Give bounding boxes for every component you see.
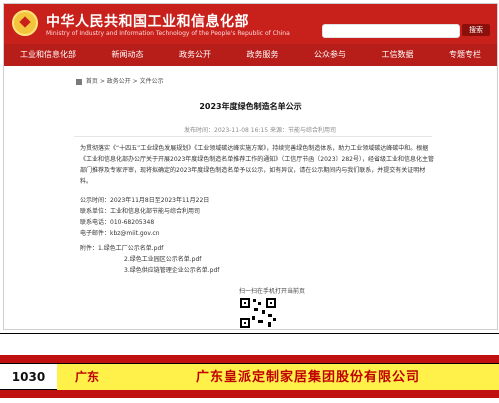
attachment-link[interactable]: 附件：1.绿色工厂公示名单.pdf — [80, 243, 219, 254]
qr-code-icon — [238, 296, 278, 329]
row-number: 1030 — [0, 364, 58, 391]
attachments: 附件：1.绿色工厂公示名单.pdf 2.绿色工业园区公示名单.pdf 3.绿色供… — [80, 243, 219, 276]
nav-item-public[interactable]: 政务公开 — [179, 44, 211, 66]
search-button[interactable]: 搜索 — [462, 24, 490, 36]
breadcrumb-text[interactable]: 首页 > 政务公开 > 文件公示 — [86, 78, 164, 85]
attachment-link[interactable]: 2.绿色工业园区公示名单.pdf — [124, 254, 219, 265]
nav-item-service[interactable]: 政务服务 — [247, 44, 279, 66]
nav-item-topics[interactable]: 专题专栏 — [449, 44, 481, 66]
webpage-screenshot: 中华人民共和国工业和信息化部 Ministry of Industry and … — [3, 3, 498, 330]
home-icon — [76, 78, 82, 85]
info-line: 公示时间：2023年11月8日至2023年11月22日 — [80, 197, 210, 204]
main-nav: 工业和信息化部 新闻动态 政务公开 政务服务 公众参与 工信数据 专题专栏 — [4, 44, 497, 66]
breadcrumb: 首页 > 政务公开 > 文件公示 — [76, 76, 164, 85]
article-paragraph: 为贯彻落实《“十四五”工业绿色发展规划》《工业领域碳达峰实施方案》，持续完善绿色… — [80, 145, 434, 185]
search-input[interactable] — [322, 24, 460, 38]
row-company: 广东皇派定制家居集团股份有限公司 — [117, 364, 499, 391]
site-subtitle: Ministry of Industry and Information Tec… — [46, 30, 290, 37]
nav-item-participation[interactable]: 公众参与 — [314, 44, 346, 66]
divider — [0, 333, 499, 334]
info-line: 联系电话：010-68205348 — [80, 219, 155, 226]
site-header: 中华人民共和国工业和信息化部 Ministry of Industry and … — [4, 4, 497, 44]
nav-item-miit[interactable]: 工业和信息化部 — [20, 44, 76, 66]
highlight-table-row: 1030 广东 广东皇派定制家居集团股份有限公司 — [0, 363, 499, 391]
info-line[interactable]: 电子邮件：kbz@miit.gov.cn — [80, 228, 209, 239]
site-title: 中华人民共和国工业和信息化部 — [46, 14, 249, 30]
article-meta: 发布时间：2023-11-08 16:15 来源：节能与综合利用司 — [184, 127, 336, 134]
qr-caption: 扫一扫在手机打开当前页 — [239, 288, 306, 295]
info-line: 联系单位：工业和信息化部节能与综合利用司 — [80, 208, 201, 215]
national-emblem-icon — [12, 10, 38, 36]
highlight-border-top — [0, 355, 499, 363]
row-province: 广东 — [57, 364, 118, 391]
nav-item-news[interactable]: 新闻动态 — [112, 44, 144, 66]
highlight-border-bottom — [0, 390, 499, 398]
article-title: 2023年度绿色制造名单公示 — [199, 102, 302, 111]
screenshot-frame: 中华人民共和国工业和信息化部 Ministry of Industry and … — [0, 0, 499, 403]
divider — [74, 136, 432, 137]
contact-info: 公示时间：2023年11月8日至2023年11月22日 联系单位：工业和信息化部… — [80, 195, 209, 239]
attachment-link[interactable]: 3.绿色供应链管理企业公示名单.pdf — [124, 265, 219, 276]
nav-item-data[interactable]: 工信数据 — [382, 44, 414, 66]
